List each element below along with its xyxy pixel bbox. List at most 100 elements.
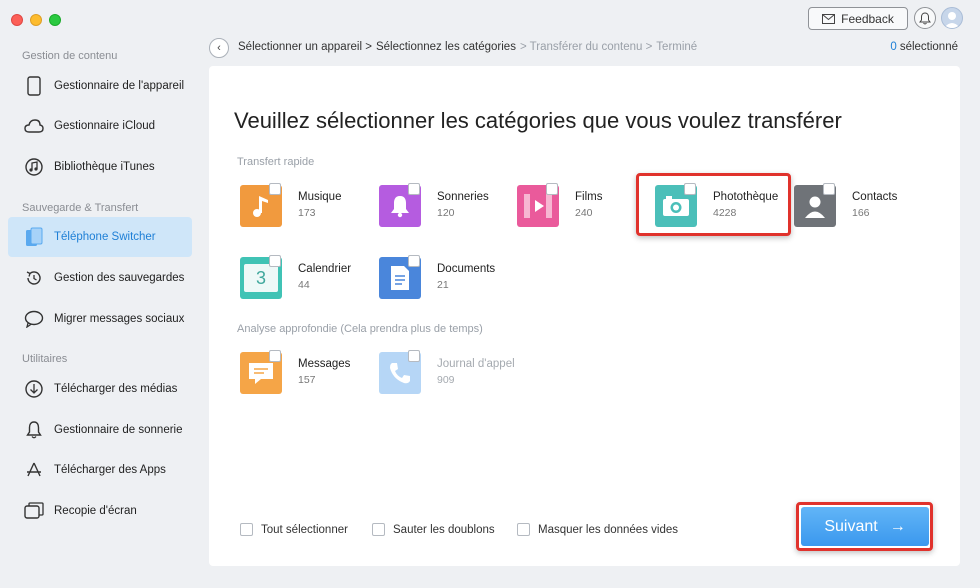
feedback-button[interactable]: Feedback <box>808 7 908 30</box>
breadcrumb-step-transfer: > Transférer du contenu > <box>519 41 653 53</box>
sidebar-item-ringtone-manager[interactable]: Gestionnaire de sonnerie <box>8 410 192 450</box>
category-ringtones[interactable]: Sonneries 120 <box>377 183 507 233</box>
category-messages[interactable]: Messages 157 <box>238 350 368 400</box>
section-title-backup: Sauvegarde & Transfert <box>22 202 139 214</box>
maximize-window-button[interactable] <box>49 14 61 26</box>
category-name: Messages <box>298 358 351 370</box>
hide-empty-checkbox[interactable] <box>517 523 530 536</box>
category-checkbox[interactable] <box>408 255 420 267</box>
category-checkbox[interactable] <box>408 350 420 362</box>
calendar-day: 3 <box>244 264 278 292</box>
selected-count-label: sélectionné <box>899 41 958 53</box>
select-all-option[interactable]: Tout sélectionner <box>240 523 348 536</box>
category-count: 157 <box>298 374 316 386</box>
option-label: Tout sélectionner <box>261 523 348 536</box>
envelope-icon <box>822 13 836 24</box>
category-name: Musique <box>298 191 342 203</box>
category-count: 21 <box>437 279 449 291</box>
category-count: 909 <box>437 374 455 386</box>
category-name: Documents <box>437 263 496 275</box>
phone-icon <box>23 75 45 97</box>
skip-duplicates-option[interactable]: Sauter les doublons <box>372 523 495 536</box>
category-checkbox[interactable] <box>408 183 420 195</box>
bell-icon <box>23 419 45 441</box>
sidebar: Gestion de contenu Gestionnaire de l'app… <box>0 40 200 588</box>
sidebar-item-device-manager[interactable]: Gestionnaire de l'appareil <box>8 66 192 106</box>
music-note-icon <box>23 156 45 178</box>
category-name: Calendrier <box>298 263 352 275</box>
minimize-window-button[interactable] <box>30 14 42 26</box>
download-circle-icon <box>23 378 45 400</box>
category-calendar[interactable]: 3 Calendrier 44 <box>238 255 368 305</box>
chevron-left-icon: ‹ <box>217 42 221 54</box>
breadcrumb-step-device: Sélectionner un appareil > <box>238 41 372 53</box>
category-name: Journal d'appel <box>437 358 515 370</box>
sidebar-item-itunes[interactable]: Bibliothèque iTunes <box>8 147 192 187</box>
selected-count-number: 0 <box>890 41 897 53</box>
skip-duplicates-checkbox[interactable] <box>372 523 385 536</box>
category-count: 240 <box>575 207 593 219</box>
hide-empty-option[interactable]: Masquer les données vides <box>517 523 678 536</box>
section-title-utilities: Utilitaires <box>22 353 68 365</box>
category-count: 166 <box>852 207 870 219</box>
category-count: 173 <box>298 207 316 219</box>
category-checkbox[interactable] <box>269 183 281 195</box>
breadcrumb: Sélectionner un appareil > Sélectionnez … <box>238 41 697 53</box>
chat-bubble-icon <box>23 308 45 330</box>
page-title: Veuillez sélectionner les catégories que… <box>234 108 842 133</box>
sidebar-item-label: Migrer messages sociaux <box>54 313 185 325</box>
category-call-log[interactable]: Journal d'appel 909 <box>377 350 515 400</box>
sidebar-item-label: Gestion des sauvegardes <box>54 272 185 284</box>
category-documents[interactable]: Documents 21 <box>377 255 507 305</box>
breadcrumb-step-done: Terminé <box>656 41 698 53</box>
sidebar-item-label: Gestionnaire de sonnerie <box>54 424 183 436</box>
sidebar-item-download-apps[interactable]: Télécharger des Apps <box>8 450 192 490</box>
sidebar-item-backups[interactable]: Gestion des sauvegardes <box>8 258 192 298</box>
photos-highlight-frame <box>636 173 791 236</box>
category-checkbox[interactable] <box>269 350 281 362</box>
option-label: Masquer les données vides <box>538 523 678 536</box>
category-count: 120 <box>437 207 455 219</box>
category-name: Films <box>575 191 603 203</box>
category-films[interactable]: Films 240 <box>515 183 645 233</box>
category-name: Contacts <box>852 191 898 203</box>
backup-clock-icon <box>23 267 45 289</box>
category-contacts[interactable]: Contacts 166 <box>792 183 922 233</box>
sidebar-item-label: Bibliothèque iTunes <box>54 161 155 173</box>
screen-mirror-icon <box>23 500 45 522</box>
sidebar-item-label: Télécharger des médias <box>54 383 178 395</box>
user-avatar[interactable] <box>941 7 963 29</box>
sidebar-item-label: Télécharger des Apps <box>54 464 166 476</box>
sidebar-item-label: Gestionnaire iCloud <box>54 120 156 132</box>
selected-count: 0 sélectionné <box>890 41 958 53</box>
category-count: 44 <box>298 279 310 291</box>
category-name: Sonneries <box>437 191 489 203</box>
cloud-icon <box>23 115 45 137</box>
category-checkbox[interactable] <box>823 183 835 195</box>
window-controls <box>11 14 61 26</box>
category-checkbox[interactable] <box>546 183 558 195</box>
bell-icon <box>919 11 931 24</box>
next-button[interactable]: Suivant → <box>801 507 929 546</box>
section-title-content: Gestion de contenu <box>22 50 118 62</box>
deep-scan-label: Analyse approfondie (Cela prendra plus d… <box>237 323 483 335</box>
breadcrumb-step-categories: Sélectionnez les catégories <box>375 41 516 53</box>
notification-bell-button[interactable] <box>914 7 936 29</box>
sidebar-item-download-media[interactable]: Télécharger des médias <box>8 369 192 409</box>
sidebar-item-screen-mirror[interactable]: Recopie d'écran <box>8 491 192 531</box>
select-all-checkbox[interactable] <box>240 523 253 536</box>
back-button[interactable]: ‹ <box>209 38 229 58</box>
sidebar-item-phone-switcher[interactable]: Téléphone Switcher <box>8 217 192 257</box>
category-music[interactable]: Musique 173 <box>238 183 368 233</box>
user-icon <box>944 12 960 28</box>
close-window-button[interactable] <box>11 14 23 26</box>
feedback-label: Feedback <box>841 11 894 26</box>
category-checkbox[interactable] <box>269 255 281 267</box>
option-label: Sauter les doublons <box>393 523 495 536</box>
sidebar-item-label: Téléphone Switcher <box>54 231 156 243</box>
arrow-right-icon: → <box>889 517 906 535</box>
next-button-label: Suivant <box>824 517 878 535</box>
app-store-icon <box>23 459 45 481</box>
sidebar-item-social-messages[interactable]: Migrer messages sociaux <box>8 299 192 339</box>
sidebar-item-icloud[interactable]: Gestionnaire iCloud <box>8 106 192 146</box>
